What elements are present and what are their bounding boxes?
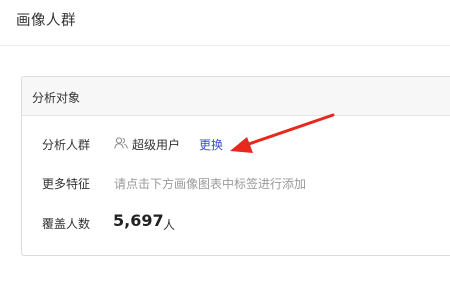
red-arrow-icon <box>230 113 335 153</box>
coverage-unit: 人 <box>163 218 176 232</box>
coverage-label: 覆盖人数 <box>42 217 91 231</box>
features-hint: 请点击下方画像图表中标签进行添加 <box>114 177 307 191</box>
change-segment-link[interactable]: 更换 <box>199 136 223 153</box>
panel-title: 分析对象 <box>32 91 81 105</box>
panel-header: 分析对象 <box>22 77 450 116</box>
page-title: 画像人群 <box>16 13 76 29</box>
features-label: 更多特征 <box>42 177 91 191</box>
analysis-target-panel: 分析对象 分析人群 超级用户 更换 更多特征 请点击下方画像图表中标签进行添加 … <box>21 76 450 256</box>
page-header: 画像人群 <box>0 0 450 46</box>
segment-label: 分析人群 <box>42 138 91 152</box>
segment-name: 超级用户 <box>132 138 181 152</box>
users-icon <box>114 137 128 149</box>
coverage-count: 5,697 <box>113 211 164 230</box>
